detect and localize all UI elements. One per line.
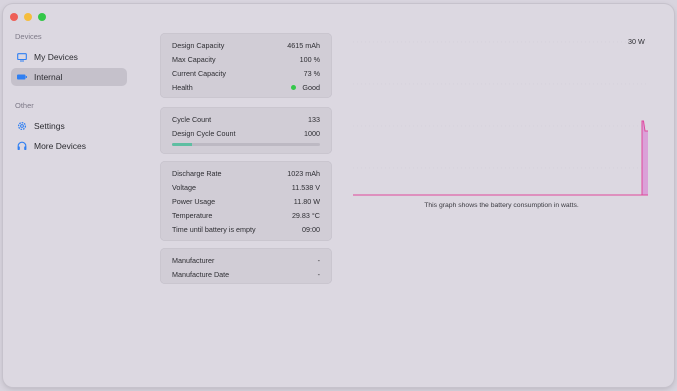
health-value: Good (302, 83, 320, 92)
manufacturer-card: Manufacturer - Manufacture Date - (160, 248, 332, 284)
design-cycle-count-label: Design Cycle Count (172, 129, 236, 138)
health-status-dot (291, 85, 297, 90)
sidebar-item-label: Internal (34, 72, 63, 82)
current-capacity-label: Current Capacity (172, 69, 226, 78)
sidebar-item-settings[interactable]: Settings (11, 117, 127, 135)
power-usage-value: 11.80 W (293, 197, 320, 206)
time-until-empty-row: Time until battery is empty 09:00 (172, 225, 320, 234)
capacity-card: Design Capacity 4615 mAh Max Capacity 10… (160, 33, 332, 98)
app-window: Devices My Devices Internal Other Settin… (3, 4, 674, 387)
sidebar: Devices My Devices Internal Other Settin… (3, 4, 135, 387)
power-graph (353, 41, 648, 196)
manufacture-date-value: - (317, 270, 320, 279)
cycle-count-row: Cycle Count 133 (172, 115, 320, 124)
power-card: Discharge Rate 1023 mAh Voltage 11.538 V… (160, 161, 332, 241)
sidebar-item-label: Settings (34, 121, 65, 131)
time-until-empty-label: Time until battery is empty (172, 225, 256, 234)
sidebar-item-more-devices[interactable]: More Devices (11, 137, 127, 155)
temperature-label: Temperature (172, 211, 213, 220)
discharge-rate-row: Discharge Rate 1023 mAh (172, 169, 320, 178)
discharge-rate-value: 1023 mAh (287, 169, 320, 178)
manufacturer-value: - (317, 256, 320, 265)
current-capacity-value: 73 % (303, 69, 320, 78)
max-capacity-value: 100 % (299, 55, 320, 64)
design-capacity-value: 4615 mAh (287, 41, 320, 50)
max-capacity-label: Max Capacity (172, 55, 216, 64)
sidebar-item-my-devices[interactable]: My Devices (11, 48, 127, 66)
power-usage-label: Power Usage (172, 197, 216, 206)
sidebar-item-label: More Devices (34, 141, 86, 151)
cycle-count-label: Cycle Count (172, 115, 212, 124)
manufacture-date-row: Manufacture Date - (172, 270, 320, 279)
design-capacity-label: Design Capacity (172, 41, 225, 50)
sidebar-item-internal[interactable]: Internal (11, 68, 127, 86)
graph-area-fill (642, 121, 648, 195)
discharge-rate-label: Discharge Rate (172, 169, 222, 178)
current-capacity-row: Current Capacity 73 % (172, 69, 320, 78)
voltage-row: Voltage 11.538 V (172, 183, 320, 192)
manufacture-date-label: Manufacture Date (172, 270, 230, 279)
max-capacity-row: Max Capacity 100 % (172, 55, 320, 64)
gear-icon (17, 121, 27, 131)
sidebar-section-devices: Devices (15, 32, 42, 41)
headphones-icon (17, 141, 27, 151)
display-icon (17, 52, 27, 62)
cycle-progress-bar (172, 143, 320, 146)
graph-line (353, 120, 648, 196)
design-capacity-row: Design Capacity 4615 mAh (172, 41, 320, 50)
health-row: Health Good (172, 83, 320, 92)
design-cycle-count-value: 1000 (304, 129, 320, 138)
manufacturer-row: Manufacturer - (172, 256, 320, 265)
cycle-progress-fill (172, 143, 192, 146)
voltage-label: Voltage (172, 183, 196, 192)
cycles-card: Cycle Count 133 Design Cycle Count 1000 (160, 107, 332, 154)
graph-grid (353, 41, 648, 169)
power-usage-row: Power Usage 11.80 W (172, 197, 320, 206)
battery-icon (17, 72, 27, 82)
graph-caption: This graph shows the battery consumption… (424, 202, 579, 209)
time-until-empty-value: 09:00 (302, 225, 320, 234)
voltage-value: 11.538 V (291, 183, 320, 192)
sidebar-section-other: Other (15, 101, 34, 110)
sidebar-item-label: My Devices (34, 52, 78, 62)
manufacturer-label: Manufacturer (172, 256, 215, 265)
design-cycle-count-row: Design Cycle Count 1000 (172, 129, 320, 138)
temperature-value: 29.83 °C (291, 211, 320, 220)
health-label: Health (172, 83, 193, 92)
cycle-count-value: 133 (308, 115, 320, 124)
temperature-row: Temperature 29.83 °C (172, 211, 320, 220)
